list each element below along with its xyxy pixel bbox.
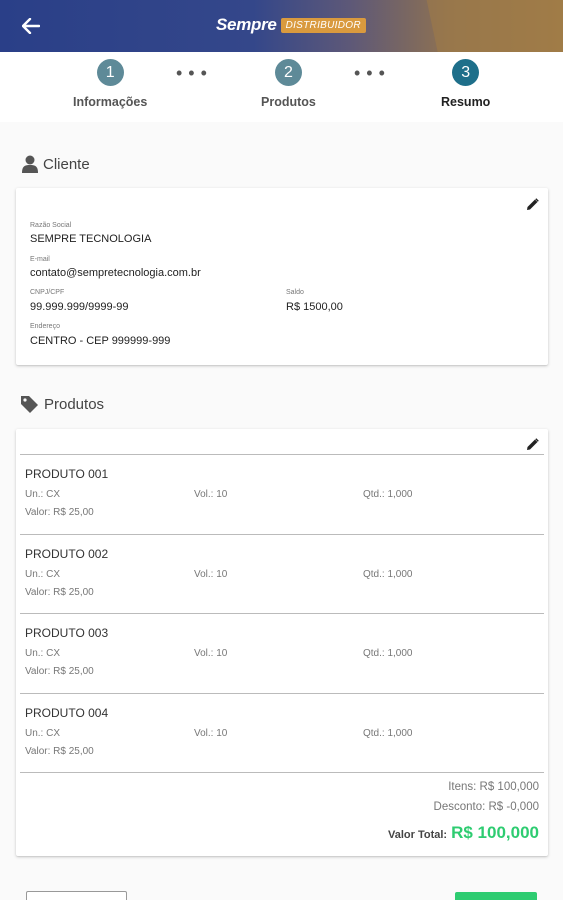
product-quantity: Qtd.: 1,000 <box>363 489 413 500</box>
order-stepper: 1 Informações ••• 2 Produtos ••• 3 Resum… <box>0 52 563 122</box>
razao-social-value: SEMPRE TECNOLOGIA <box>30 233 152 245</box>
arrow-back-icon <box>22 18 40 34</box>
step-resumo[interactable]: 3 Resumo <box>441 59 490 109</box>
saldo-label: Saldo <box>286 289 304 296</box>
product-volume: Vol.: 10 <box>194 648 228 659</box>
product-name: PRODUTO 002 <box>25 547 109 561</box>
email-label: E-mail <box>30 256 50 263</box>
logo-main-text: Sempre <box>216 15 277 34</box>
step-number: 1 <box>96 59 124 86</box>
step-dots: ••• <box>354 63 391 83</box>
logo-tag-text: DISTRIBUIDOR <box>280 17 366 33</box>
pencil-icon <box>526 437 539 450</box>
product-item[interactable]: PRODUTO 003 Un.: CX Vol.: 10 Qtd.: 1,000… <box>16 614 548 693</box>
back-button[interactable] <box>18 14 44 38</box>
person-icon <box>22 155 38 173</box>
product-unit: Un.: CX <box>25 569 61 580</box>
cliente-section-title: Cliente <box>22 155 90 173</box>
endereco-label: Endereço <box>30 323 60 330</box>
step-label: Produtos <box>261 95 316 109</box>
product-unit: Un.: CX <box>25 728 61 739</box>
product-price: Valor: R$ 25,00 <box>25 507 94 518</box>
divider <box>20 772 544 773</box>
razao-social-label: Razão Social <box>30 222 72 229</box>
itens-subtotal: Itens: R$ 100,000 <box>448 781 539 793</box>
product-name: PRODUTO 001 <box>25 467 109 481</box>
endereco-value: CENTRO - CEP 999999-999 <box>30 335 171 347</box>
product-volume: Vol.: 10 <box>194 728 228 739</box>
product-unit: Un.: CX <box>25 648 61 659</box>
product-price: Valor: R$ 25,00 <box>25 666 94 677</box>
app-header: Sempre DISTRIBUIDOR <box>0 0 563 52</box>
product-item[interactable]: PRODUTO 002 Un.: CX Vol.: 10 Qtd.: 1,000… <box>16 535 548 614</box>
edit-cliente-button[interactable] <box>524 196 540 212</box>
step-dots: ••• <box>176 63 213 83</box>
product-unit: Un.: CX <box>25 489 61 500</box>
product-price: Valor: R$ 25,00 <box>25 746 94 757</box>
finish-order-button[interactable] <box>455 892 537 900</box>
step-number: 2 <box>274 59 302 86</box>
cnpj-value: 99.999.999/9999-99 <box>30 301 129 313</box>
product-volume: Vol.: 10 <box>194 569 228 580</box>
back-step-button[interactable] <box>26 891 127 900</box>
produtos-section-title: Produtos <box>20 395 104 414</box>
product-price: Valor: R$ 25,00 <box>25 587 94 598</box>
email-value: contato@sempretecnologia.com.br <box>30 267 201 279</box>
produtos-card: PRODUTO 001 Un.: CX Vol.: 10 Qtd.: 1,000… <box>16 429 548 856</box>
product-quantity: Qtd.: 1,000 <box>363 728 413 739</box>
pencil-icon <box>526 197 539 210</box>
total-value: R$ 100,000 <box>451 823 539 842</box>
section-title-text: Cliente <box>43 155 90 173</box>
step-number: 3 <box>452 59 480 86</box>
step-informacoes[interactable]: 1 Informações <box>73 59 147 109</box>
cliente-card: Razão Social SEMPRE TECNOLOGIA E-mail co… <box>16 188 548 365</box>
product-quantity: Qtd.: 1,000 <box>363 569 413 580</box>
product-quantity: Qtd.: 1,000 <box>363 648 413 659</box>
total-label: Valor Total: <box>388 829 448 841</box>
product-volume: Vol.: 10 <box>194 489 228 500</box>
tag-icon <box>20 395 39 414</box>
product-item[interactable]: PRODUTO 004 Un.: CX Vol.: 10 Qtd.: 1,000… <box>16 694 548 773</box>
product-name: PRODUTO 004 <box>25 706 109 720</box>
step-produtos[interactable]: 2 Produtos <box>261 59 316 109</box>
step-label: Resumo <box>441 95 491 109</box>
section-title-text: Produtos <box>44 396 105 413</box>
saldo-value: R$ 1500,00 <box>286 301 343 313</box>
edit-produtos-button[interactable] <box>524 436 540 452</box>
cnpj-label: CNPJ/CPF <box>30 289 65 296</box>
brand-logo: Sempre DISTRIBUIDOR <box>216 14 366 36</box>
product-name: PRODUTO 003 <box>25 626 109 640</box>
step-label: Informações <box>73 95 148 109</box>
desconto-value: Desconto: R$ -0,000 <box>433 801 539 813</box>
product-item[interactable]: PRODUTO 001 Un.: CX Vol.: 10 Qtd.: 1,000… <box>16 455 548 534</box>
total-row: Valor Total: R$ 100,000 <box>388 823 539 843</box>
